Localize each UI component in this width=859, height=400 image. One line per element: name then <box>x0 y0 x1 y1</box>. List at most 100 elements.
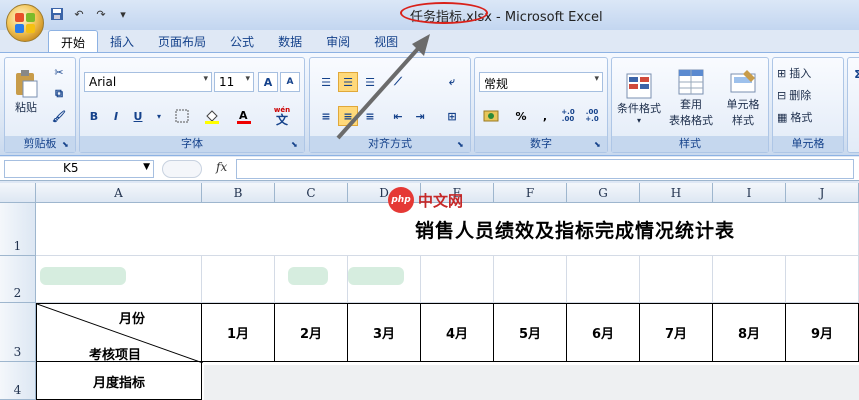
tab-data[interactable]: 数据 <box>266 30 314 52</box>
tab-review[interactable]: 审阅 <box>314 30 362 52</box>
alignment-group-label: 对齐方式 <box>310 136 470 152</box>
redo-icon[interactable]: ↷ <box>92 6 110 22</box>
font-size-select[interactable]: 11 ▾ <box>214 72 254 92</box>
align-top-icon[interactable]: ☰ <box>316 72 336 92</box>
sheet-title: 销售人员绩效及指标完成情况统计表 <box>415 220 736 242</box>
accounting-format-icon[interactable] <box>481 106 501 126</box>
orientation-icon[interactable]: ⟋ <box>388 72 408 92</box>
comma-button[interactable]: , <box>535 106 555 126</box>
number-format-select[interactable]: 常规 ▾ <box>479 72 603 92</box>
cell-f2[interactable] <box>494 256 567 303</box>
alignment-group: ☰ ☰ ☰ ⟋ ⤶ ≡ ≡ ≡ ⇤ ⇥ ⊞ 对齐方式 ⬊ <box>309 57 471 153</box>
diagonal-header-cell[interactable]: 月份 考核项目 <box>36 303 203 363</box>
cell-b2[interactable] <box>202 256 275 303</box>
cell-g2[interactable] <box>567 256 640 303</box>
increase-indent-icon[interactable]: ⇥ <box>410 106 430 126</box>
col-header-c[interactable]: C <box>275 183 348 203</box>
format-cells-button[interactable]: ▦ 格式 <box>777 108 841 126</box>
undo-icon[interactable]: ↶ <box>70 6 88 22</box>
month-header-cell[interactable]: 6月 <box>567 303 640 362</box>
tab-home[interactable]: 开始 <box>48 30 99 52</box>
month-header-cell[interactable]: 7月 <box>640 303 713 362</box>
month-header-cell[interactable]: 4月 <box>421 303 494 362</box>
align-bottom-icon[interactable]: ☰ <box>360 72 380 92</box>
conditional-format-button[interactable]: 条件格式 ▾ <box>614 62 664 134</box>
dialog-launcher-icon[interactable]: ⬊ <box>291 140 301 150</box>
dialog-launcher-icon[interactable]: ⬊ <box>62 140 72 150</box>
percent-button[interactable]: % <box>511 106 531 126</box>
month-header-cell[interactable]: 9月 <box>786 303 859 362</box>
monthly-target-label-cell[interactable]: 月度指标 <box>36 362 202 400</box>
align-center-icon[interactable]: ≡ <box>338 106 358 126</box>
tab-view[interactable]: 视图 <box>362 30 410 52</box>
fill-color-icon[interactable] <box>202 106 222 126</box>
phonetic-guide-button[interactable]: wén 文 <box>268 104 296 128</box>
col-header-a[interactable]: A <box>36 183 202 203</box>
decrease-indent-icon[interactable]: ⇤ <box>388 106 408 126</box>
cell-styles-button[interactable]: 单元格 样式 <box>718 62 768 134</box>
paste-button[interactable]: 粘贴 <box>11 62 41 122</box>
dialog-launcher-icon[interactable]: ⬊ <box>594 140 604 150</box>
decrease-decimal-button[interactable]: .00 +.0 <box>581 104 603 128</box>
wrap-text-icon[interactable]: ⤶ <box>442 72 462 92</box>
col-header-i[interactable]: I <box>713 183 786 203</box>
styles-group: 条件格式 ▾ 套用 表格格式 单元格 样式 样式 <box>611 57 769 153</box>
font-color-icon[interactable]: A <box>234 106 254 126</box>
month-header-cell[interactable]: 2月 <box>275 303 348 362</box>
bold-button[interactable]: B <box>84 106 104 126</box>
copy-icon[interactable]: ⧉ <box>49 84 69 104</box>
font-name-select[interactable]: Arial ▾ <box>84 72 212 92</box>
insert-cells-button[interactable]: ⊞ 插入 <box>777 64 841 82</box>
tab-insert[interactable]: 插入 <box>98 30 146 52</box>
border-icon[interactable] <box>172 106 192 126</box>
month-header-cell[interactable]: 1月 <box>202 303 275 362</box>
col-header-b[interactable]: B <box>202 183 275 203</box>
align-left-icon[interactable]: ≡ <box>316 106 336 126</box>
cell-i2[interactable] <box>713 256 786 303</box>
cell-styles-icon <box>730 70 756 93</box>
cut-icon[interactable]: ✂ <box>49 62 69 82</box>
col-header-j[interactable]: J <box>786 183 859 203</box>
customize-icon[interactable]: ▾ <box>114 6 132 22</box>
autosum-icon[interactable]: Σ <box>848 64 859 84</box>
underline-button[interactable]: U <box>128 106 148 126</box>
row-header-4[interactable]: 4 <box>0 362 36 400</box>
grow-font-button[interactable]: A <box>258 72 278 92</box>
align-middle-icon[interactable]: ☰ <box>338 72 358 92</box>
office-logo-icon <box>15 13 35 33</box>
cell-e2[interactable] <box>421 256 494 303</box>
select-all-corner[interactable] <box>0 183 36 203</box>
increase-decimal-button[interactable]: +.0 .00 <box>557 104 579 128</box>
name-box[interactable]: K5 ▼ <box>4 160 154 178</box>
tab-formulas[interactable]: 公式 <box>218 30 266 52</box>
styles-group-label: 样式 <box>612 136 768 152</box>
insert-function-icon[interactable]: fx <box>216 160 227 174</box>
increase-decimal-icon: +.0 .00 <box>561 108 575 123</box>
month-header-cell[interactable]: 8月 <box>713 303 786 362</box>
row-header-3[interactable]: 3 <box>0 303 36 362</box>
italic-button[interactable]: I <box>106 106 126 126</box>
month-header-cell[interactable]: 3月 <box>348 303 421 362</box>
underline-dropdown[interactable]: ▾ <box>152 106 166 126</box>
month-header-cell[interactable]: 5月 <box>494 303 567 362</box>
formula-input[interactable] <box>236 159 854 179</box>
col-header-g[interactable]: G <box>567 183 640 203</box>
col-header-h[interactable]: H <box>640 183 713 203</box>
dialog-launcher-icon[interactable]: ⬊ <box>457 140 467 150</box>
tab-page-layout[interactable]: 页面布局 <box>146 30 218 52</box>
cell-j2[interactable] <box>786 256 859 303</box>
align-right-icon[interactable]: ≡ <box>360 106 380 126</box>
shrink-font-button[interactable]: A <box>280 72 300 92</box>
row-header-2[interactable]: 2 <box>0 256 36 303</box>
row-header-1[interactable]: 1 <box>0 203 36 256</box>
office-button[interactable] <box>6 4 44 42</box>
merge-center-icon[interactable]: ⊞ <box>442 106 462 126</box>
save-icon[interactable] <box>48 6 66 22</box>
editing-group: Σ <box>847 57 859 153</box>
delete-cells-button[interactable]: ⊟ 删除 <box>777 86 841 104</box>
formula-slider[interactable] <box>162 160 202 178</box>
format-painter-icon[interactable]: 🖌 <box>49 106 69 126</box>
format-as-table-button[interactable]: 套用 表格格式 <box>666 62 716 134</box>
cell-h2[interactable] <box>640 256 713 303</box>
col-header-f[interactable]: F <box>494 183 567 203</box>
